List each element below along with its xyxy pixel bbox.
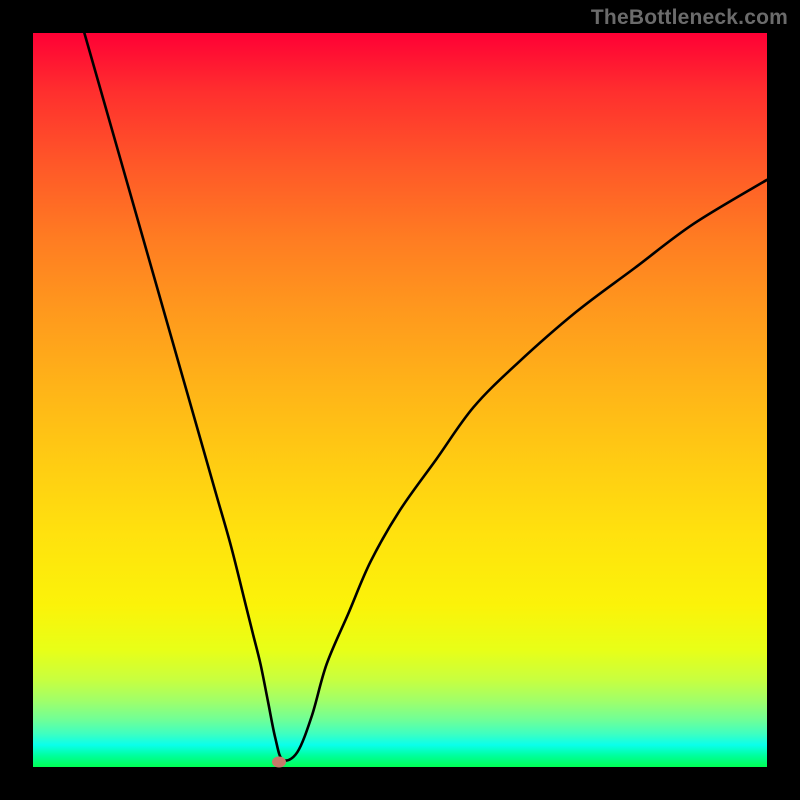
optimum-marker: [272, 756, 286, 767]
watermark-text: TheBottleneck.com: [591, 6, 788, 30]
plot-area: [33, 33, 767, 767]
curve-svg: [33, 33, 767, 767]
bottleneck-curve-line: [84, 33, 767, 761]
chart-frame: TheBottleneck.com: [0, 0, 800, 800]
